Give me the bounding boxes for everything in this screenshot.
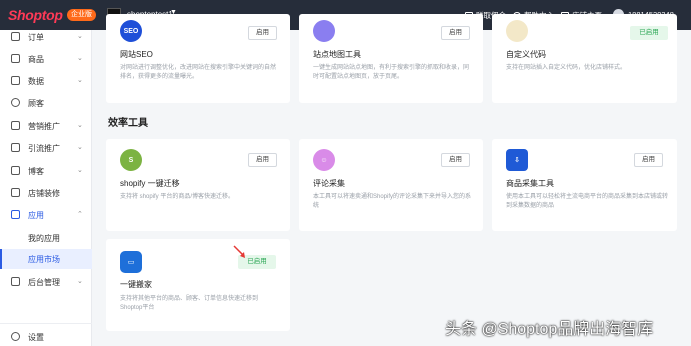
- sidebar-item-settings[interactable]: 设置: [0, 327, 92, 346]
- card-description: 支持将其他平台的商品、顾客、订单信息快速迁移到: [120, 296, 259, 302]
- chevron-down-icon: ⌄: [77, 77, 83, 84]
- seo-icon: SEO: [120, 20, 142, 42]
- chevron-down-icon: ⌄: [77, 278, 83, 285]
- enterprise-badge: 企业版: [67, 9, 96, 21]
- installed-status: 已启用: [630, 26, 668, 40]
- chevron-up-icon: ⌃: [77, 211, 83, 218]
- sidebar-item-marketing[interactable]: 营销推广 ⌄: [0, 116, 92, 136]
- gear-icon: [11, 332, 20, 341]
- traffic-icon: [11, 143, 20, 152]
- card-description: 对网站进行调整优化，改进网站在搜索引擎中关键词的自然排名，获得更多的流量曝光。: [120, 65, 277, 80]
- app-card-seo[interactable]: SEO 启用 网站SEO 对网站进行调整优化，改进网站在搜索引擎中关键词的自然排…: [106, 14, 290, 103]
- card-description: 本工具可以将速卖通和Shopify的评论采集下来并导入您的系统: [313, 194, 472, 209]
- sidebar-item-apps[interactable]: 应用 ⌃: [0, 205, 92, 225]
- sidebar-item-orders[interactable]: 订单 ⌄: [0, 27, 92, 47]
- order-icon: [11, 32, 20, 41]
- sidebar-subitem-my-apps[interactable]: 我的应用: [0, 228, 92, 248]
- sidebar-item-admin[interactable]: 后台管理 ⌄: [0, 272, 92, 292]
- customer-icon: [11, 98, 20, 107]
- card-description: 使用本工具可以轻松将主流电商平台的商品采集到本店铺或转到采集数据的商品: [506, 194, 669, 209]
- chevron-down-icon: ⌄: [77, 167, 83, 174]
- card-title: 评论采集: [313, 179, 345, 188]
- app-card-shopify-migrate[interactable]: S 启用 shopify 一键迁移 支持将 shopify 平台的商品/博客快速…: [106, 139, 290, 231]
- card-title: 自定义代码: [506, 50, 546, 59]
- apps-icon: [11, 210, 20, 219]
- card-title: 站点地图工具: [313, 50, 361, 59]
- sidebar: 订单 ⌄ 商品 ⌄ 数据 ⌄ 顾客 营销推广 ⌄ 引流推广 ⌄ 博客 ⌄ 店铺装…: [0, 30, 92, 346]
- red-arrow-icon: [233, 245, 245, 258]
- chevron-down-icon: ⌄: [77, 122, 83, 129]
- chevron-down-icon: ⌄: [77, 144, 83, 151]
- review-icon: ☺: [313, 149, 335, 171]
- enable-button[interactable]: 启用: [441, 26, 470, 40]
- sidebar-item-customers[interactable]: 顾客: [0, 93, 92, 113]
- enable-button[interactable]: 启用: [441, 153, 470, 167]
- sidebar-item-store-decor[interactable]: 店铺装修: [0, 183, 92, 203]
- card-description: 一键生成网站站点地图，有利于搜索引擎的抓取和收录，同时可配置站点地图页，放于页尾…: [313, 65, 470, 80]
- app-card-review-collect[interactable]: ☺ 启用 评论采集 本工具可以将速卖通和Shopify的评论采集下来并导入您的系…: [299, 139, 483, 231]
- enable-button[interactable]: 启用: [634, 153, 663, 167]
- enable-button[interactable]: 启用: [248, 26, 277, 40]
- card-description: 支持将 shopify 平台的商品/博客快速迁移。: [120, 194, 235, 200]
- card-title: 一键搬家: [120, 280, 152, 289]
- app-card-product-collect[interactable]: ⇩ 启用 商品采集工具 使用本工具可以轻松将主流电商平台的商品采集到本店铺或转到…: [492, 139, 677, 231]
- card-description-line2: Shoptop平台: [120, 305, 155, 311]
- chevron-down-icon: ⌄: [77, 33, 83, 40]
- sidebar-item-traffic[interactable]: 引流推广 ⌄: [0, 138, 92, 158]
- data-icon: [11, 76, 20, 85]
- move-icon: ▭: [120, 251, 142, 273]
- sitemap-icon: [313, 20, 335, 42]
- blog-icon: [11, 166, 20, 175]
- app-card-custom-code[interactable]: 已启用 自定义代码 支持在网站插入自定义代码，优化店铺样式。: [492, 14, 677, 103]
- chevron-down-icon: ⌄: [77, 55, 83, 62]
- code-icon: [506, 20, 528, 42]
- sidebar-item-products[interactable]: 商品 ⌄: [0, 49, 92, 69]
- sidebar-item-data[interactable]: 数据 ⌄: [0, 71, 92, 91]
- sidebar-subitem-app-market[interactable]: 应用市场: [0, 249, 92, 269]
- card-title: 商品采集工具: [506, 179, 554, 188]
- product-icon: [11, 54, 20, 63]
- divider: [0, 323, 92, 324]
- shoptop-logo[interactable]: Shoptop: [8, 7, 63, 23]
- card-title: 网站SEO: [120, 50, 153, 59]
- shopify-bag-icon: S: [120, 149, 142, 171]
- watermark: 头条 @Shoptop品牌出海智库: [445, 321, 654, 338]
- marketing-icon: [11, 121, 20, 130]
- app-card-sitemap[interactable]: 启用 站点地图工具 一键生成网站站点地图，有利于搜索引擎的抓取和收录，同时可配置…: [299, 14, 483, 103]
- section-title: 效率工具: [108, 118, 148, 129]
- card-title: shopify 一键迁移: [120, 179, 180, 188]
- sidebar-item-blog[interactable]: 博客 ⌄: [0, 161, 92, 181]
- download-icon: ⇩: [506, 149, 528, 171]
- app-card-one-click-move[interactable]: ▭ 已启用 一键搬家 支持将其他平台的商品、顾客、订单信息快速迁移到 Shopt…: [106, 239, 290, 331]
- store-decor-icon: [11, 188, 20, 197]
- card-description: 支持在网站插入自定义代码，优化店铺样式。: [506, 65, 627, 71]
- enable-button[interactable]: 启用: [248, 153, 277, 167]
- admin-icon: [11, 277, 20, 286]
